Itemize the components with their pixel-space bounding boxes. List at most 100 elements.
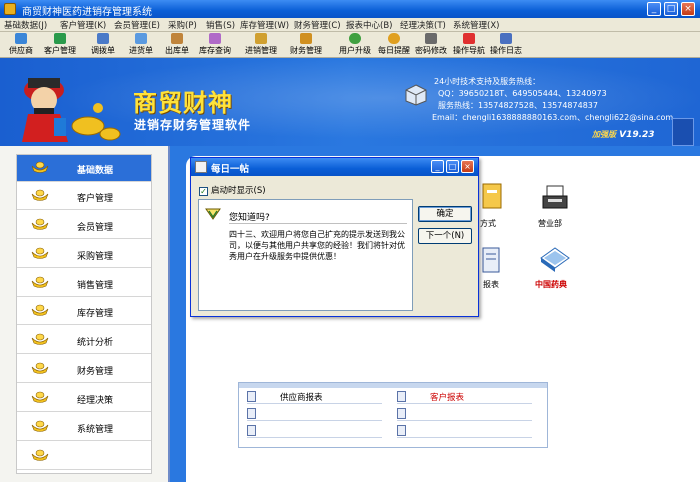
payment-method-icon[interactable] bbox=[481, 182, 503, 212]
toolbar-inventory-button[interactable]: 库存查询 bbox=[196, 33, 234, 57]
minimize-button[interactable]: _ bbox=[647, 2, 661, 16]
nav-item-extra[interactable] bbox=[17, 443, 151, 470]
report-row[interactable] bbox=[247, 424, 382, 438]
document-icon bbox=[247, 391, 256, 402]
ok-button[interactable]: 确定 bbox=[418, 206, 472, 222]
supplier-icon bbox=[15, 33, 27, 44]
menu-basic-data[interactable]: 基础数据(J) bbox=[4, 19, 47, 31]
fortune-god-logo bbox=[22, 78, 121, 142]
gold-ingot-icon bbox=[31, 304, 49, 316]
nav-item-system[interactable]: 系统管理 bbox=[17, 414, 151, 441]
window-title: 商贸财神医药进销存管理系统 bbox=[22, 7, 152, 18]
reports-panel: 供应商报表 客户报表 bbox=[238, 382, 548, 448]
document-icon bbox=[397, 408, 406, 419]
menu-inventory[interactable]: 库存管理(W) bbox=[240, 19, 289, 31]
outbound-icon bbox=[171, 33, 183, 44]
dialog-title-bar: 每日一帖 _ □ × bbox=[191, 158, 478, 176]
gold-ingot-icon bbox=[31, 161, 49, 173]
nav-item-customer[interactable]: 客户管理 bbox=[17, 183, 151, 210]
report-row[interactable] bbox=[397, 407, 532, 421]
menu-finance[interactable]: 财务管理(C) bbox=[294, 19, 341, 31]
gold-ingot-icon bbox=[31, 189, 49, 201]
document-icon bbox=[247, 425, 256, 436]
menu-decision[interactable]: 经理决策(T) bbox=[400, 19, 446, 31]
transfer-icon bbox=[97, 33, 109, 44]
log-icon bbox=[500, 33, 512, 44]
close-button[interactable]: × bbox=[681, 2, 695, 16]
nav-item-member[interactable]: 会员管理 bbox=[17, 212, 151, 239]
dialog-title: 每日一帖 bbox=[211, 164, 250, 175]
customer-report-link[interactable]: 客户报表 bbox=[397, 390, 532, 404]
nav-item-decision[interactable]: 经理决策 bbox=[17, 385, 151, 412]
nav-item-statistics[interactable]: 统计分析 bbox=[17, 327, 151, 354]
dialog-minimize-button[interactable]: _ bbox=[431, 160, 444, 173]
brand-subtitle: 进销存财务管理软件 bbox=[134, 118, 252, 132]
version-number: V19.23 bbox=[619, 130, 655, 140]
toolbar-purchase-button[interactable]: 进货单 bbox=[126, 33, 156, 57]
gold-ingot-icon bbox=[31, 391, 49, 403]
show-on-startup-checkbox[interactable]: ✓ 启动时显示(S) bbox=[199, 184, 266, 196]
menu-bar: 基础数据(J) 客户管理(K) 会员管理(E) 采购(P) 销售(S) 库存管理… bbox=[0, 18, 700, 32]
support-info: 24小时技术支持及服务热线： QQ：39650218T、649505444、13… bbox=[432, 76, 673, 124]
app-icon bbox=[4, 3, 16, 15]
menu-member[interactable]: 会员管理(E) bbox=[114, 19, 160, 31]
cube-icon bbox=[405, 84, 427, 106]
left-navigation: 基础数据 客户管理 会员管理 采购管理 销售管理 库存管理 统计分析 财务管理 bbox=[0, 146, 170, 482]
menu-customer[interactable]: 客户管理(K) bbox=[60, 19, 106, 31]
shop-icon[interactable] bbox=[540, 182, 570, 212]
brand-title: 商贸财神 bbox=[133, 89, 233, 117]
dialog-maximize-button[interactable]: □ bbox=[446, 160, 459, 173]
menu-purchase[interactable]: 采购(P) bbox=[168, 19, 197, 31]
tip-lightbulb-icon bbox=[205, 208, 221, 220]
tip-text: 四十三、欢迎用户将您自己扩充的提示发送到我公司，以便与其他用户共享您的经验！我们… bbox=[229, 230, 405, 261]
nav-item-inventory[interactable]: 库存管理 bbox=[17, 298, 151, 325]
edition-label: 加强版 bbox=[592, 130, 616, 139]
finance-icon bbox=[300, 33, 312, 44]
support-hotline: 服务热线：13574827528、13574874837 bbox=[438, 101, 598, 110]
toolbar-finance-button[interactable]: 财务管理 bbox=[286, 33, 326, 57]
nav-item-finance[interactable]: 财务管理 bbox=[17, 356, 151, 383]
gold-ingot-icon bbox=[31, 276, 49, 288]
gold-ingot-icon bbox=[31, 362, 49, 374]
gold-ingot-icon bbox=[31, 420, 49, 432]
customer-icon bbox=[54, 33, 66, 44]
report-row[interactable] bbox=[247, 407, 382, 421]
document-icon bbox=[247, 408, 256, 419]
report-icon[interactable] bbox=[481, 246, 503, 276]
password-icon bbox=[425, 33, 437, 44]
next-tip-button[interactable]: 下一个(N) bbox=[418, 228, 472, 244]
toolbar-outbound-button[interactable]: 出库单 bbox=[162, 33, 192, 57]
purchase-icon bbox=[135, 33, 147, 44]
toolbar-transfer-button[interactable]: 调拨单 bbox=[88, 33, 118, 57]
nav-item-sales[interactable]: 销售管理 bbox=[17, 270, 151, 297]
header-banner: 商贸财神 进销存财务管理软件 24小时技术支持及服务热线： QQ：3965021… bbox=[0, 58, 700, 146]
window-title-bar: 商贸财神医药进销存管理系统 _ □ × bbox=[0, 0, 700, 18]
toolbar-password-button[interactable]: 密码修改 bbox=[413, 33, 449, 57]
toolbar-upgrade-button[interactable]: 用户升级 bbox=[337, 33, 373, 57]
support-email: Email：chengli1638888880163.com、chengli62… bbox=[432, 113, 674, 122]
shop-label: 营业部 bbox=[538, 219, 562, 228]
gold-ingot-icon bbox=[31, 218, 49, 230]
navigation-icon bbox=[463, 33, 475, 44]
supplier-report-link[interactable]: 供应商报表 bbox=[247, 390, 382, 404]
pharmacopoeia-icon[interactable] bbox=[538, 244, 572, 274]
nav-item-basic-data[interactable]: 基础数据 bbox=[17, 155, 151, 182]
maximize-button[interactable]: □ bbox=[664, 2, 678, 16]
menu-reports[interactable]: 报表中心(B) bbox=[346, 19, 392, 31]
gold-ingot-icon bbox=[31, 449, 49, 461]
report-row[interactable] bbox=[397, 424, 532, 438]
toolbar-navigation-button[interactable]: 操作导航 bbox=[451, 33, 487, 57]
nav-item-purchase[interactable]: 采购管理 bbox=[17, 241, 151, 268]
tip-content-area: 您知道吗? 四十三、欢迎用户将您自己扩充的提示发送到我公司，以便与其他用户共享您… bbox=[198, 199, 413, 311]
menu-sales[interactable]: 销售(S) bbox=[206, 19, 235, 31]
toolbar: 供应商 客户管理 调拨单 进货单 出库单 库存查询 进销管理 财务管理 用户升级… bbox=[0, 32, 700, 58]
toolbar-reminder-button[interactable]: 每日提醒 bbox=[376, 33, 412, 57]
toolbar-trade-button[interactable]: 进销管理 bbox=[241, 33, 281, 57]
toolbar-log-button[interactable]: 操作日志 bbox=[488, 33, 524, 57]
toolbar-supplier-button[interactable]: 供应商 bbox=[6, 33, 36, 57]
menu-system[interactable]: 系统管理(X) bbox=[453, 19, 499, 31]
pharmacopoeia-label: 中国药典 bbox=[535, 280, 567, 289]
dialog-close-button[interactable]: × bbox=[461, 160, 474, 173]
reminder-icon bbox=[388, 33, 400, 44]
toolbar-customer-button[interactable]: 客户管理 bbox=[42, 33, 78, 57]
